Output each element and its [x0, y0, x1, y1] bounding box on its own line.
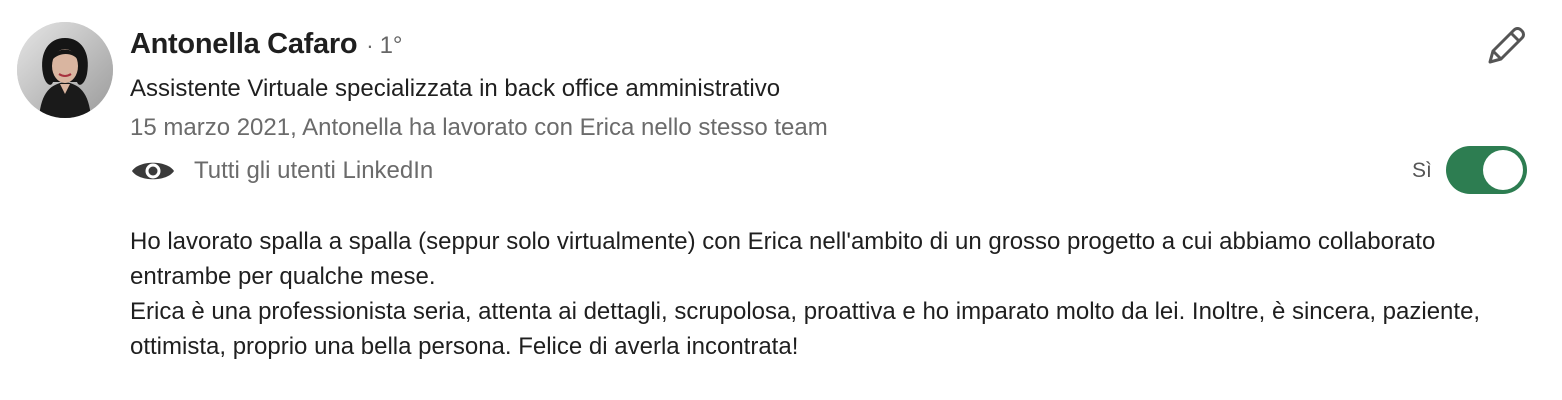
author-avatar[interactable]: [17, 22, 113, 118]
pencil-icon[interactable]: [1484, 24, 1528, 68]
toggle-knob: [1483, 150, 1523, 190]
recommendation-text: Ho lavorato spalla a spalla (seppur solo…: [130, 224, 1540, 364]
visibility-row: Tutti gli utenti LinkedIn: [130, 152, 433, 190]
visibility-toggle[interactable]: [1446, 146, 1527, 194]
connection-degree: 1°: [379, 32, 403, 59]
recommendation-meta: 15 marzo 2021, Antonella ha lavorato con…: [130, 114, 828, 141]
degree-separator: ·: [366, 33, 374, 58]
eye-icon: [130, 152, 176, 190]
visibility-toggle-label: Sì: [1412, 159, 1432, 182]
author-headline: Assistente Virtuale specializzata in bac…: [130, 75, 781, 102]
recommendation-paragraph-1: Ho lavorato spalla a spalla (seppur solo…: [130, 228, 1436, 290]
author-name-row: Antonella Cafaro · 1°: [130, 28, 403, 61]
visibility-label: Tutti gli utenti LinkedIn: [194, 157, 434, 184]
recommendation-paragraph-2: Erica è una professionista seria, attent…: [130, 298, 1481, 360]
author-name[interactable]: Antonella Cafaro: [130, 28, 358, 61]
